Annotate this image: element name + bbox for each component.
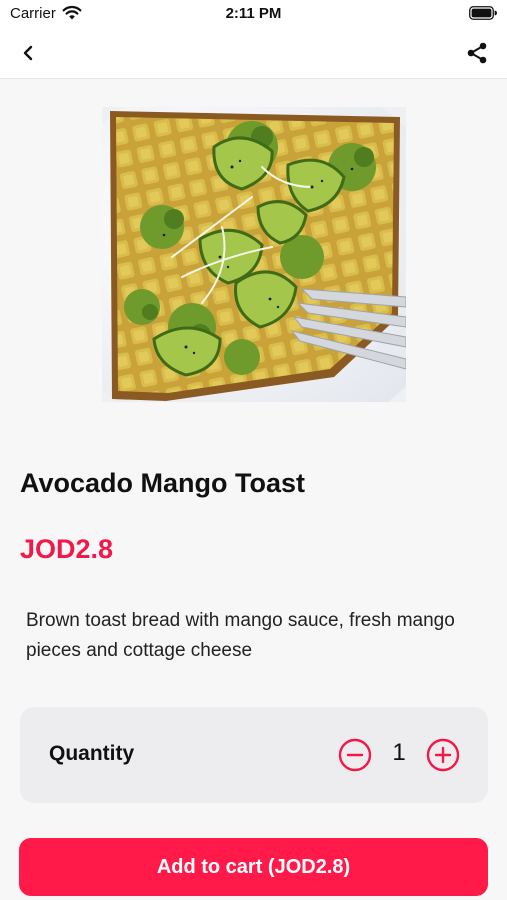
- avocado-toast-photo: [102, 107, 406, 402]
- share-button[interactable]: [461, 38, 493, 68]
- product-description: Brown toast bread with mango sauce, fres…: [26, 610, 455, 661]
- product-image: [102, 107, 406, 402]
- quantity-label: Quantity: [49, 742, 135, 765]
- status-bar: Carrier 2:11 PM: [0, 0, 507, 28]
- status-time: 2:11 PM: [225, 5, 282, 22]
- share-icon: [467, 42, 487, 64]
- nav-bar: [0, 28, 507, 79]
- quantity-card: Quantity 1: [20, 707, 488, 803]
- chevron-left-icon: [23, 45, 33, 61]
- back-button[interactable]: [12, 38, 44, 68]
- product-price: JOD2.8: [20, 534, 114, 564]
- decrease-quantity-button[interactable]: [338, 738, 372, 772]
- battery-icon: [469, 6, 497, 20]
- product-title: Avocado Mango Toast: [20, 468, 306, 498]
- plus-circle-icon: [426, 738, 460, 772]
- add-to-cart-button[interactable]: Add to cart (JOD2.8): [19, 838, 488, 896]
- increase-quantity-button[interactable]: [426, 738, 460, 772]
- quantity-value: 1: [392, 739, 406, 766]
- minus-circle-icon: [338, 738, 372, 772]
